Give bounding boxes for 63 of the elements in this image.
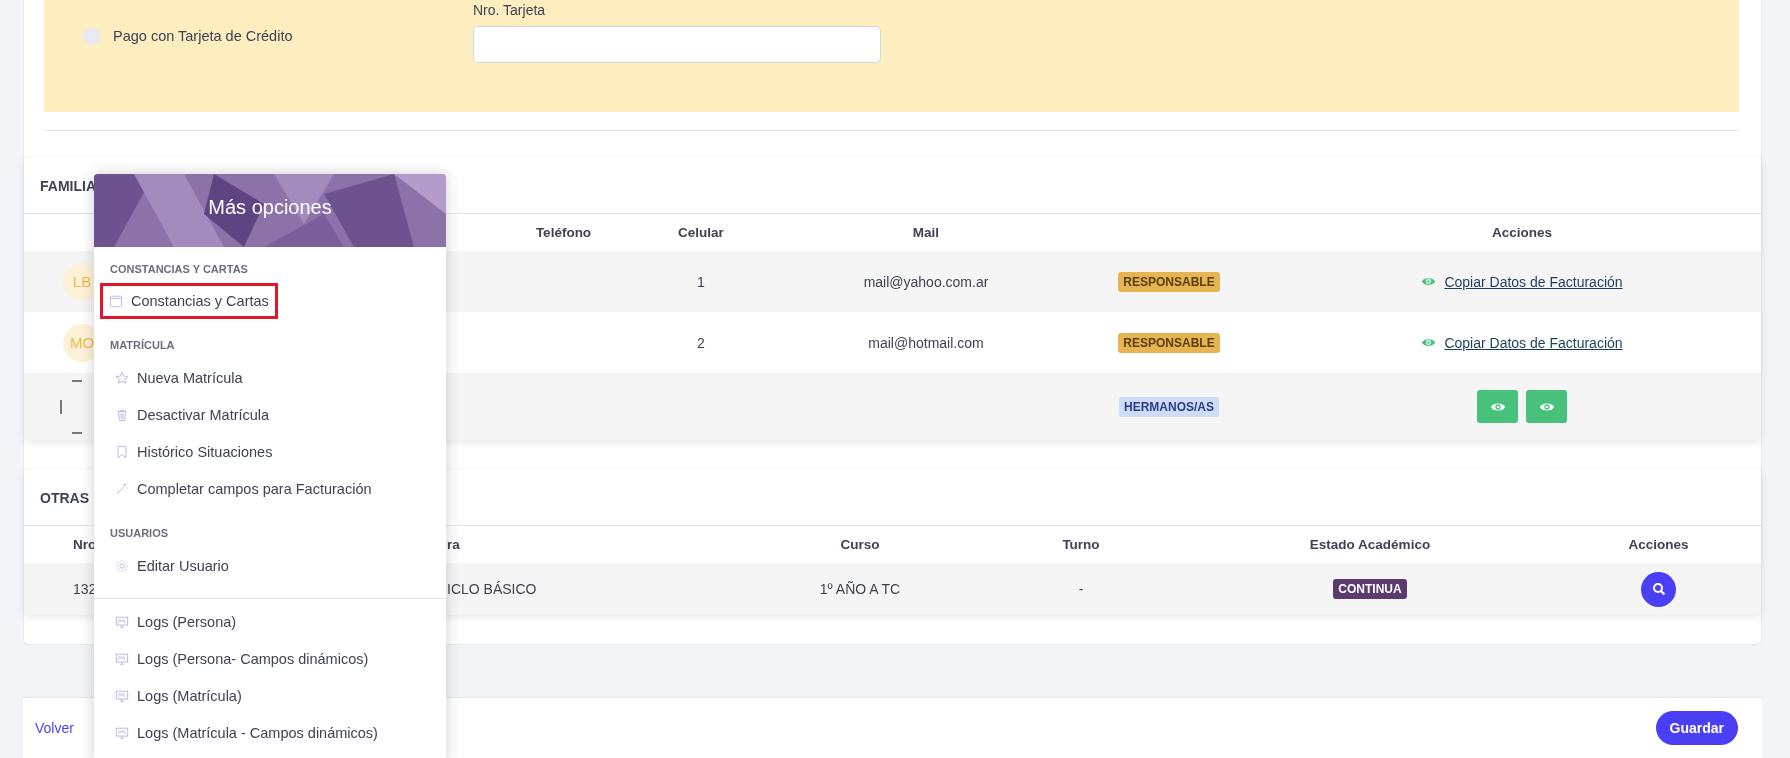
card-number-field[interactable]: [473, 26, 881, 63]
menu-item[interactable]: Logs (Persona- Campos dinámicos): [100, 640, 440, 677]
eye-icon: [1421, 276, 1437, 287]
radio-label: Pago con Tarjeta de Crédito: [113, 28, 294, 46]
monitor-icon: [115, 651, 129, 666]
column-header: Acciones: [1492, 225, 1552, 240]
section-label: USUARIOS: [110, 527, 169, 539]
menu-item[interactable]: Desactivar Matrícula: [100, 396, 440, 433]
column-header: Teléfono: [535, 225, 592, 240]
radio-button[interactable]: [83, 27, 101, 45]
star-icon: [115, 370, 129, 385]
search-icon: [1651, 582, 1666, 596]
save-button[interactable]: Guardar: [1655, 711, 1738, 745]
wand-icon: [115, 481, 129, 496]
card-title: FAMILIA: [40, 177, 96, 194]
table-cell-text: ICLO BÁSICO: [447, 581, 538, 597]
calendar-icon: [109, 294, 123, 308]
table-cell: 1º AÑO A TC: [819, 581, 901, 597]
status-badge: CONTINUA: [1333, 579, 1407, 599]
section-label: CONSTANCIAS Y CARTAS: [110, 263, 248, 275]
trash-icon: [115, 407, 129, 422]
back-link[interactable]: Volver: [35, 720, 74, 736]
column-header: ra: [447, 537, 461, 552]
card-title: OTRAS: [40, 489, 89, 506]
eye-icon: [1421, 337, 1437, 348]
search-button[interactable]: [1641, 571, 1676, 607]
placeholder-icon: [60, 379, 84, 434]
monitor-icon: [115, 688, 129, 703]
monitor-icon: [115, 725, 129, 740]
menu-item[interactable]: Completar campos para Facturación: [100, 470, 440, 507]
column-header: Curso: [840, 537, 880, 552]
view-button[interactable]: [1526, 390, 1567, 423]
menu-item[interactable]: Histórico Situaciones: [100, 433, 440, 470]
copy-billing-link[interactable]: Copiar Datos de Facturación: [1444, 273, 1623, 290]
role-badge: RESPONSABLE: [1118, 271, 1220, 292]
column-header: Celular: [678, 225, 724, 240]
monitor-icon: [115, 614, 129, 629]
copy-billing-link[interactable]: Copiar Datos de Facturación: [1444, 334, 1623, 351]
gear-icon: [115, 558, 129, 573]
menu-item[interactable]: Logs (Matrícula - Campos dinámicos): [100, 714, 440, 751]
menu-item[interactable]: Logs (Matrícula): [100, 677, 440, 714]
table-cell: 1: [697, 273, 705, 290]
table-cell: mail@yahoo.com.ar: [863, 273, 989, 290]
view-button[interactable]: [1477, 390, 1518, 423]
eye-icon: [1538, 400, 1555, 413]
table-cell: mail@hotmail.com: [868, 334, 984, 351]
role-badge: RESPONSABLE: [1118, 332, 1220, 353]
field-label: Nro. Tarjeta: [473, 2, 547, 18]
column-header: Mail: [912, 225, 940, 240]
role-badge: HERMANOS/AS: [1119, 396, 1219, 417]
section-label: MATRÍCULA: [110, 339, 175, 351]
column-header: Estado Académico: [1309, 537, 1431, 552]
bookmark-icon: [115, 444, 129, 459]
menu-title: Más opciones: [208, 196, 332, 219]
table-cell: -: [1078, 581, 1084, 597]
column-header: Turno: [1062, 537, 1100, 552]
table-cell: 2: [697, 334, 705, 351]
menu-item[interactable]: Nueva Matrícula: [100, 359, 440, 396]
menu-item[interactable]: Editar Usuario: [100, 547, 440, 584]
column-header: Acciones: [1628, 537, 1689, 552]
eye-icon: [1489, 400, 1506, 413]
menu-item[interactable]: Logs (Persona): [100, 603, 440, 640]
menu-item[interactable]: Constancias y Cartas: [100, 283, 278, 319]
